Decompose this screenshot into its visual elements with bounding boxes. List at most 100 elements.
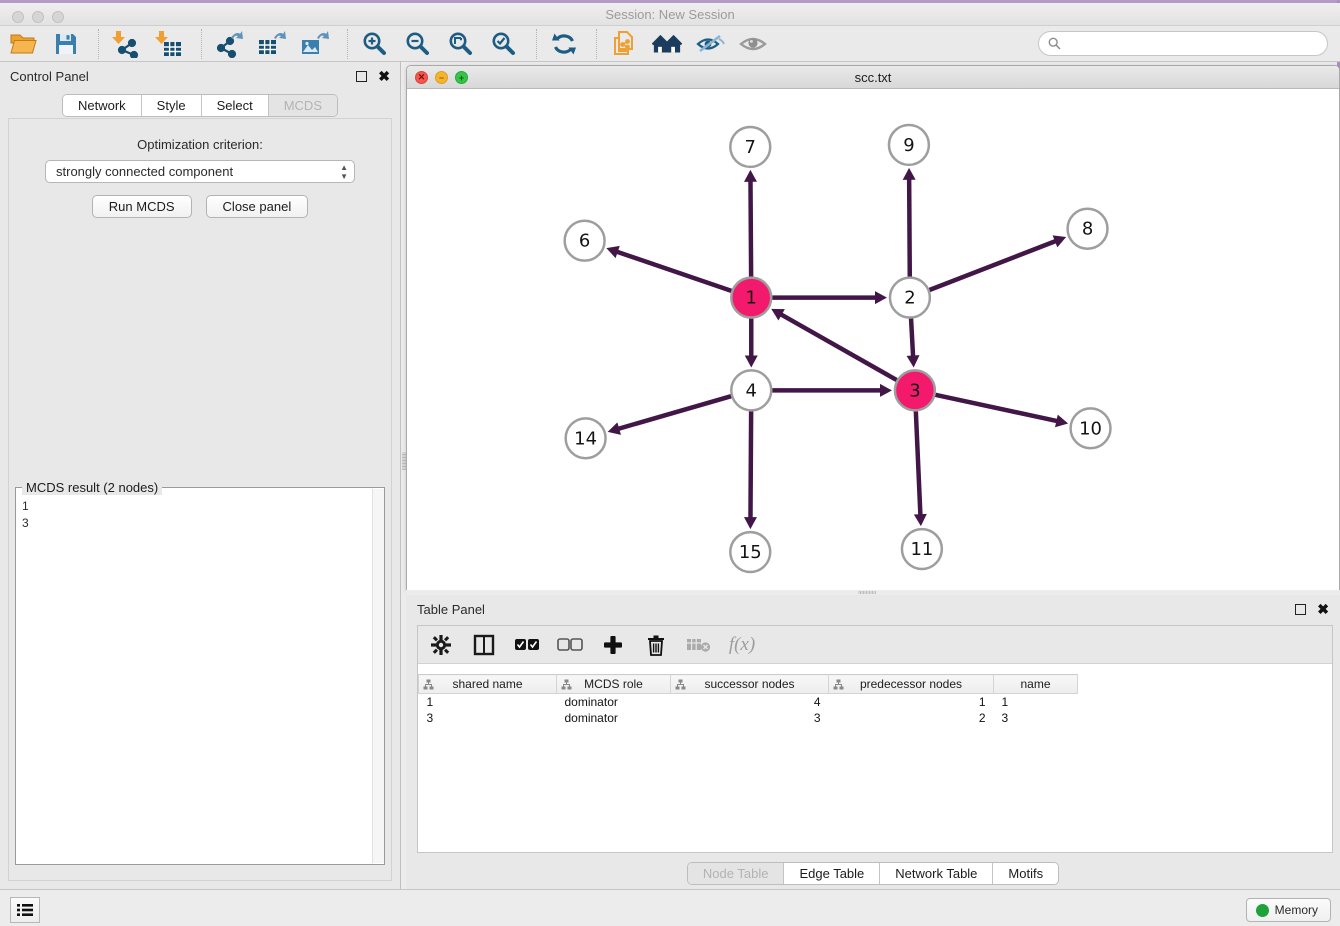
- save-session-icon[interactable]: [51, 29, 81, 59]
- graph-edge-3-1[interactable]: [780, 314, 897, 380]
- table-header-row: shared name MCDS role successor nodes pr…: [419, 675, 1078, 694]
- export-network-icon[interactable]: [214, 29, 244, 59]
- table-row[interactable]: 3dominator323: [419, 710, 1078, 726]
- delete-column-disabled-icon: [686, 632, 712, 658]
- function-fx-disabled-icon: f(x): [729, 632, 755, 658]
- close-panel-icon[interactable]: ✖: [1317, 602, 1329, 616]
- network-window-lights: ✕ − +: [415, 71, 468, 84]
- close-network-icon[interactable]: ✕: [415, 71, 428, 84]
- result-line: 1: [22, 498, 365, 515]
- optimization-criterion-label: Optimization criterion:: [9, 137, 391, 152]
- network-window-title: scc.txt: [855, 70, 892, 85]
- close-panel-icon[interactable]: ✖: [378, 69, 390, 83]
- minimize-network-icon[interactable]: −: [435, 71, 448, 84]
- control-panel-tabs: Network Style Select MCDS: [62, 94, 338, 117]
- column-header-shared-name[interactable]: shared name: [419, 675, 557, 694]
- tab-style[interactable]: Style: [142, 95, 202, 116]
- node-table[interactable]: shared name MCDS role successor nodes pr…: [418, 674, 1078, 726]
- network-window-titlebar[interactable]: ✕ − + scc.txt: [407, 66, 1339, 89]
- graph-edge-2-9[interactable]: [909, 178, 910, 277]
- memory-button[interactable]: Memory: [1246, 898, 1331, 922]
- status-bar: Memory: [0, 889, 1340, 926]
- deselect-all-icon[interactable]: [557, 632, 583, 658]
- maximize-network-icon[interactable]: +: [455, 71, 468, 84]
- graph-node-label: 9: [903, 135, 914, 156]
- run-mcds-button[interactable]: Run MCDS: [92, 195, 192, 218]
- graph-node-label: 1: [746, 288, 757, 309]
- apply-layout-houses-icon[interactable]: [652, 29, 682, 59]
- memory-status-icon: [1256, 904, 1269, 917]
- copy-view-icon[interactable]: [609, 29, 639, 59]
- zoom-selected-icon[interactable]: [489, 29, 519, 59]
- graph-edge-3-10[interactable]: [935, 395, 1058, 422]
- graph-edge-1-7[interactable]: [750, 180, 751, 277]
- graph-edge-2-8[interactable]: [929, 241, 1056, 290]
- export-image-icon[interactable]: [300, 29, 330, 59]
- select-all-checks-icon[interactable]: [514, 632, 540, 658]
- close-panel-button[interactable]: Close panel: [206, 195, 309, 218]
- graph-node-label: 4: [746, 380, 757, 401]
- result-scrollbar[interactable]: [372, 489, 384, 863]
- import-table-icon[interactable]: [154, 29, 184, 59]
- mcds-result-list[interactable]: 13: [16, 492, 371, 864]
- tab-network-table[interactable]: Network Table: [880, 863, 993, 884]
- column-header-predecessor-nodes[interactable]: predecessor nodes: [829, 675, 994, 694]
- search-input[interactable]: [1066, 37, 1327, 51]
- float-panel-icon[interactable]: [1295, 604, 1306, 615]
- column-header-mcds-role[interactable]: MCDS role: [557, 675, 671, 694]
- graph-edge-arrow: [914, 514, 927, 526]
- attribute-icon: [675, 679, 686, 690]
- zoom-fit-icon[interactable]: [446, 29, 476, 59]
- graph-edge-arrow: [608, 422, 621, 434]
- graph-edge-4-15[interactable]: [750, 411, 751, 519]
- split-columns-icon[interactable]: [471, 632, 497, 658]
- tab-edge-table[interactable]: Edge Table: [784, 863, 880, 884]
- hide-selected-eye-icon[interactable]: [695, 29, 725, 59]
- show-all-eye-icon[interactable]: [738, 29, 768, 59]
- toolbar-separator: [347, 29, 348, 59]
- task-history-button[interactable]: [10, 897, 40, 923]
- splitter-grip[interactable]: [858, 591, 876, 594]
- tab-motifs[interactable]: Motifs: [993, 863, 1058, 884]
- graph-edge-3-11[interactable]: [916, 411, 921, 516]
- import-network-icon[interactable]: [111, 29, 141, 59]
- mcds-result-group: MCDS result (2 nodes) 13: [15, 487, 385, 865]
- zoom-out-icon[interactable]: [403, 29, 433, 59]
- result-line: 3: [22, 515, 365, 532]
- list-icon: [16, 902, 34, 918]
- export-table-icon[interactable]: [257, 29, 287, 59]
- app-titlebar: Session: New Session: [0, 3, 1340, 26]
- close-window-button[interactable]: [12, 11, 24, 23]
- column-header-successor-nodes[interactable]: successor nodes: [671, 675, 829, 694]
- table-panel-title: Table Panel: [417, 602, 1295, 617]
- zoom-in-icon[interactable]: [360, 29, 390, 59]
- tab-mcds[interactable]: MCDS: [269, 95, 337, 116]
- zoom-window-button[interactable]: [52, 11, 64, 23]
- attribute-icon: [423, 679, 434, 690]
- network-graph[interactable]: 7968124314101511: [407, 89, 1339, 590]
- tab-node-table[interactable]: Node Table: [688, 863, 785, 884]
- refresh-icon[interactable]: [549, 29, 579, 59]
- table-settings-gear-icon[interactable]: [428, 632, 454, 658]
- main-toolbar: [0, 26, 1340, 62]
- table-row[interactable]: 1dominator411: [419, 694, 1078, 710]
- search-field[interactable]: [1038, 31, 1328, 56]
- graph-edge-1-6[interactable]: [616, 251, 732, 290]
- graph-edge-2-3[interactable]: [911, 319, 913, 358]
- tab-network[interactable]: Network: [63, 95, 142, 116]
- graph-edge-arrow: [907, 355, 920, 367]
- traffic-lights: [12, 11, 64, 23]
- tab-select[interactable]: Select: [202, 95, 269, 116]
- minimize-window-button[interactable]: [32, 11, 44, 23]
- add-column-plus-icon[interactable]: [600, 632, 626, 658]
- optimization-select[interactable]: strongly connected component ▲▼: [45, 160, 355, 183]
- delete-trash-icon[interactable]: [643, 632, 669, 658]
- column-header-name[interactable]: name: [994, 675, 1078, 694]
- network-canvas[interactable]: 7968124314101511: [407, 89, 1339, 590]
- control-panel: Control Panel ✖ Network Style Select MCD…: [0, 62, 400, 889]
- float-panel-icon[interactable]: [356, 71, 367, 82]
- open-session-icon[interactable]: [8, 29, 38, 59]
- graph-node-label: 7: [745, 137, 756, 158]
- control-panel-titlebar: Control Panel ✖: [0, 62, 400, 90]
- graph-edge-4-14[interactable]: [617, 396, 731, 429]
